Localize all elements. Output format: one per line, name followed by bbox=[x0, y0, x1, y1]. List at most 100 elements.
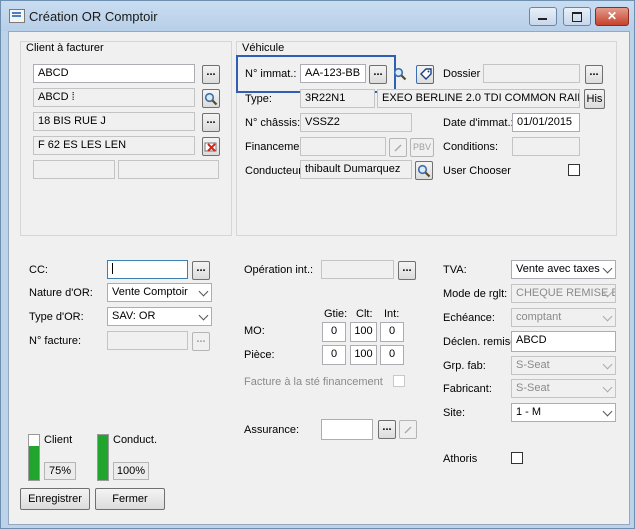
client-search-button[interactable] bbox=[202, 89, 220, 108]
chevron-down-icon bbox=[602, 263, 613, 274]
client-gauge-percent: 75% bbox=[44, 462, 76, 480]
tva-value: Vente avec taxes bbox=[516, 263, 600, 275]
window: Création OR Comptoir ✕ Client à facturer… bbox=[0, 0, 635, 529]
title-bar[interactable]: Création OR Comptoir ✕ bbox=[1, 1, 634, 31]
link-icon bbox=[404, 426, 412, 434]
client-name-field[interactable]: ABCD bbox=[33, 64, 195, 83]
dossier-field[interactable] bbox=[483, 64, 580, 83]
chassis-label: N° châssis: bbox=[245, 117, 301, 129]
conditions-field[interactable] bbox=[512, 137, 580, 156]
grp-fab-label: Grp. fab: bbox=[443, 360, 486, 372]
mo-int-field[interactable]: 0 bbox=[380, 322, 404, 342]
conditions-label: Conditions: bbox=[443, 141, 499, 153]
rglt-label: Mode de rglt: bbox=[443, 288, 508, 300]
pbv-button[interactable]: PBV bbox=[410, 138, 434, 157]
clt-column-label: Clt: bbox=[356, 308, 373, 320]
site-label: Site: bbox=[443, 407, 466, 419]
grp-fab-value: S-Seat bbox=[516, 359, 550, 371]
conduct-gauge-label: Conduct. bbox=[113, 434, 158, 446]
athoris-checkbox[interactable] bbox=[511, 452, 523, 464]
grp-fab-dropdown[interactable]: S-Seat bbox=[511, 356, 616, 375]
nature-label: Nature d'OR: bbox=[29, 287, 93, 299]
history-button[interactable]: His bbox=[584, 89, 605, 109]
assurance-field[interactable] bbox=[321, 419, 373, 440]
client-address-field[interactable]: 18 BIS RUE J bbox=[33, 112, 195, 131]
maximize-button[interactable] bbox=[563, 7, 591, 26]
facture-financement-checkbox[interactable] bbox=[393, 375, 405, 387]
client-extra-field-1[interactable] bbox=[33, 160, 115, 179]
type-description-field[interactable]: EXEO BERLINE 2.0 TDI COMMON RAIL 143 CH bbox=[377, 89, 580, 108]
piece-clt-field[interactable]: 100 bbox=[350, 345, 377, 365]
cursor-icon: ⁞ bbox=[68, 91, 75, 103]
close-form-button[interactable]: Fermer bbox=[95, 488, 165, 510]
echeance-dropdown[interactable]: comptant bbox=[511, 308, 616, 327]
cc-field[interactable] bbox=[107, 260, 188, 279]
delete-card-icon bbox=[204, 142, 217, 152]
search-icon bbox=[417, 164, 431, 178]
echeance-value: comptant bbox=[516, 311, 562, 323]
type-or-value: SAV: OR bbox=[112, 310, 156, 322]
client-extra-field-2[interactable] bbox=[118, 160, 219, 179]
tva-dropdown[interactable]: Vente avec taxes bbox=[511, 260, 616, 279]
operation-browse-button[interactable]: ... bbox=[398, 261, 416, 280]
declen-field[interactable]: ABCD bbox=[511, 331, 616, 352]
tva-label: TVA: bbox=[443, 264, 467, 276]
save-button[interactable]: Enregistrer bbox=[20, 488, 90, 510]
client-line2-field[interactable]: ABCD ⁞ bbox=[33, 88, 195, 107]
immat-browse-button[interactable]: ... bbox=[369, 65, 387, 84]
facture-field[interactable] bbox=[107, 331, 188, 350]
conducteur-field[interactable]: thibault Dumarquez bbox=[300, 160, 412, 179]
type-code-field[interactable]: 3R22N1 bbox=[300, 89, 375, 108]
assurance-label: Assurance: bbox=[244, 424, 300, 436]
athoris-label: Athoris bbox=[443, 453, 478, 465]
nature-value: Vente Comptoir bbox=[112, 286, 188, 298]
operation-label: Opération int.: bbox=[244, 264, 314, 276]
search-icon bbox=[204, 92, 218, 106]
close-button[interactable]: ✕ bbox=[595, 7, 629, 26]
assurance-browse-button[interactable]: ... bbox=[378, 420, 396, 439]
close-icon: ✕ bbox=[606, 9, 618, 23]
mo-gtie-field[interactable]: 0 bbox=[322, 322, 346, 342]
piece-gtie-field[interactable]: 0 bbox=[322, 345, 346, 365]
conduct-gauge bbox=[97, 434, 109, 481]
client-city-field[interactable]: F 62 ES LES LEN bbox=[33, 136, 195, 155]
financement-field[interactable] bbox=[300, 137, 386, 156]
immat-search-button[interactable] bbox=[391, 65, 409, 84]
client-browse-button[interactable]: ... bbox=[202, 65, 220, 84]
app-icon bbox=[9, 9, 25, 23]
minimize-button[interactable] bbox=[529, 7, 557, 26]
nature-dropdown[interactable]: Vente Comptoir bbox=[107, 283, 212, 302]
facture-financement-label: Facture à la sté financement bbox=[244, 376, 383, 388]
text-cursor-icon bbox=[112, 263, 113, 274]
piece-int-field[interactable]: 0 bbox=[380, 345, 404, 365]
mo-clt-field[interactable]: 100 bbox=[350, 322, 377, 342]
date-immat-field[interactable]: 01/01/2015 bbox=[512, 113, 580, 132]
gtie-column-label: Gtie: bbox=[324, 308, 348, 320]
assurance-link-button[interactable] bbox=[399, 420, 417, 439]
tag-icon bbox=[419, 68, 432, 80]
chassis-field[interactable]: VSSZ2 bbox=[300, 113, 412, 132]
conducteur-search-button[interactable] bbox=[415, 161, 433, 180]
vehicle-tag-button[interactable] bbox=[416, 65, 434, 84]
vehicle-legend: Véhicule bbox=[242, 42, 285, 54]
cc-browse-button[interactable]: ... bbox=[192, 261, 210, 280]
site-dropdown[interactable]: 1 - M bbox=[511, 403, 616, 422]
operation-field[interactable] bbox=[321, 260, 394, 279]
financement-browse-button[interactable] bbox=[389, 138, 407, 157]
client-gauge-label: Client bbox=[44, 434, 73, 446]
type-or-dropdown[interactable]: SAV: OR bbox=[107, 307, 212, 326]
window-title: Création OR Comptoir bbox=[29, 9, 158, 24]
maximize-icon bbox=[572, 12, 582, 22]
facture-browse-button[interactable]: ... bbox=[192, 332, 210, 351]
chevron-down-icon bbox=[602, 311, 613, 322]
echeance-label: Echéance: bbox=[443, 312, 495, 324]
client-clear-button[interactable] bbox=[202, 137, 220, 156]
date-immat-label: Date d'immat.: bbox=[443, 117, 514, 129]
dossier-browse-button[interactable]: ... bbox=[585, 65, 603, 84]
fabricant-dropdown[interactable]: S-Seat bbox=[511, 379, 616, 398]
immat-field[interactable]: AA-123-BB bbox=[300, 64, 366, 83]
user-chooser-checkbox[interactable] bbox=[568, 164, 580, 176]
rglt-dropdown[interactable]: CHEQUE REMISE BN bbox=[511, 284, 616, 303]
user-chooser-label: User Chooser bbox=[443, 165, 511, 177]
client-address-button[interactable]: ... bbox=[202, 113, 220, 132]
